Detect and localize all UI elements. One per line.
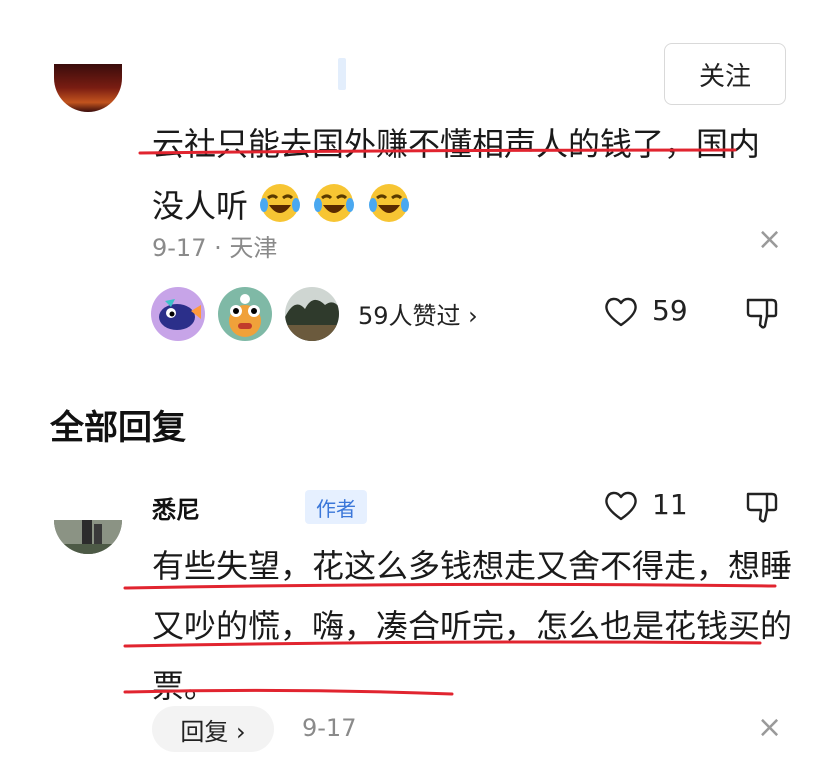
laughing-crying-emoji [258,181,302,225]
reply-date: 9-17 [302,714,357,742]
section-title: 全部回复 [50,408,186,448]
reply-text: 有些失望，花这么多钱想走又舍不得走，想睡又吵的慌，嗨，凑合听完，怎么也是花钱买的… [152,547,793,705]
comment-body: 云社只能去国外赚不懂相声人的钱了，国内没人听 [152,125,761,225]
name-placeholder-mark [338,58,346,90]
close-icon[interactable]: × [757,710,782,745]
reply-avatar[interactable] [54,520,122,554]
author-badge: 作者 [305,490,367,524]
heart-icon[interactable] [604,296,638,332]
laughing-crying-emoji [367,181,411,225]
heart-icon[interactable] [604,490,638,526]
liker-avatar[interactable] [218,287,272,341]
likers-summary[interactable]: 59人赞过 › [358,296,478,331]
dislike-icon[interactable] [745,296,779,334]
reply-button[interactable]: 回复 › [152,706,274,752]
dislike-icon[interactable] [745,490,779,528]
close-icon[interactable]: × [757,222,782,257]
like-count: 59 [652,294,688,327]
reply-like-count: 11 [652,488,688,521]
follow-button[interactable]: 关注 [664,43,786,105]
liker-avatar[interactable] [285,287,339,341]
comment-date-location: 9-17 · 天津 [152,234,278,262]
reply-author-name[interactable]: 悉尼 [152,490,200,525]
commenter-avatar[interactable] [54,64,122,112]
comment-text: 云社只能去国外赚不懂相声人的钱了，国内没人听 [152,113,782,237]
liker-avatar[interactable] [151,287,205,341]
laughing-crying-emoji [312,181,356,225]
